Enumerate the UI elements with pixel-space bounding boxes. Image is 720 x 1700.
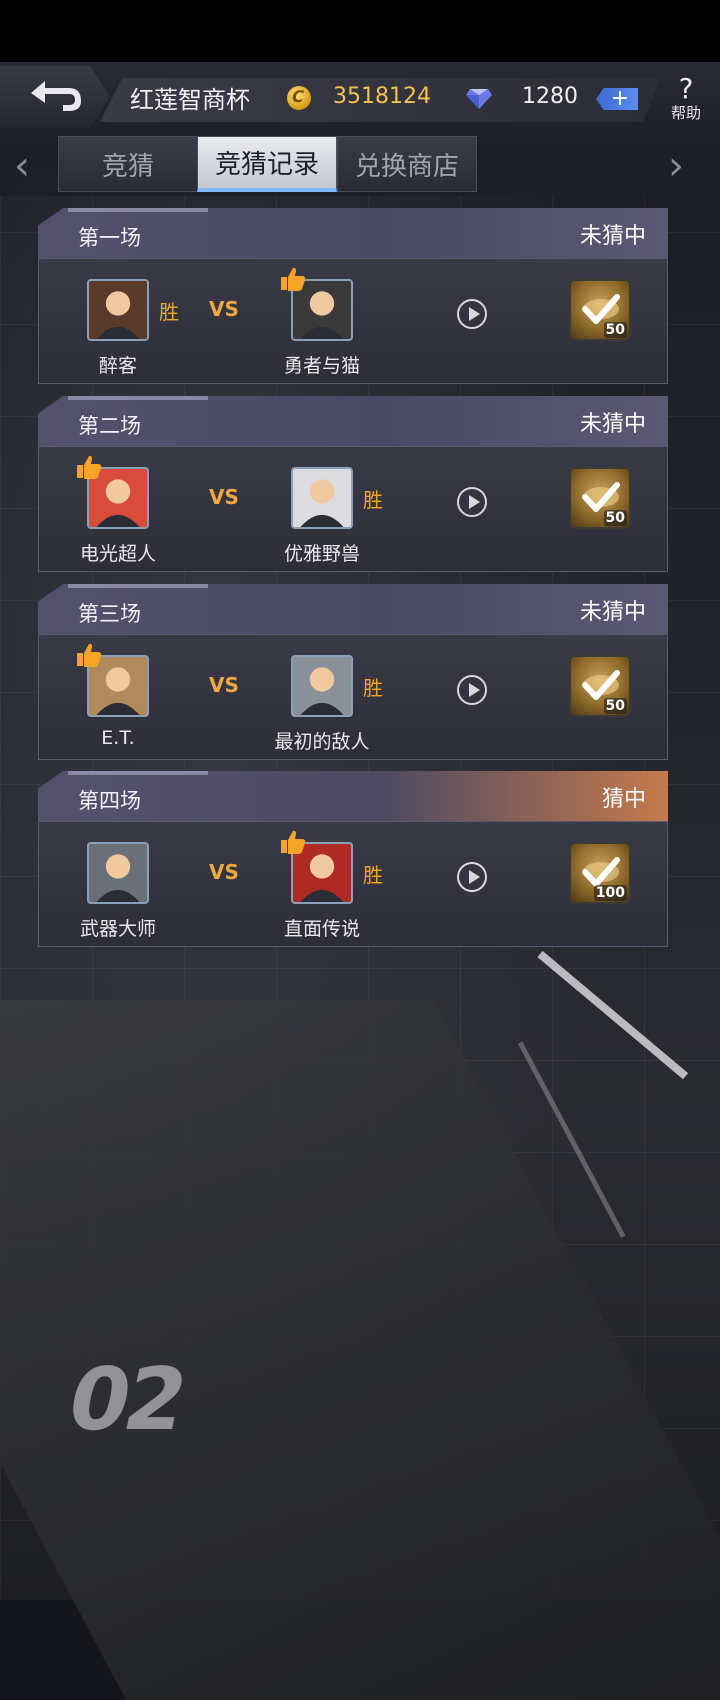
help-label: 帮助 [670,103,701,122]
right-player-avatar[interactable] [291,467,353,529]
match-card-header: 第四场 猜中 [38,771,668,821]
match-card: 第三场 未猜中 VS 胜 E.T. 最初的敌人 50 [38,584,668,760]
match-card: 第四场 猜中 VS 胜 武器大师 直面传说 100 [38,771,668,947]
chevron-left-icon[interactable]: ‹ [14,146,44,186]
left-player-name: 醉客 [98,355,137,377]
left-player-avatar[interactable] [87,842,149,904]
match-card: 第一场 未猜中 胜 VS 醉客 勇者与猫 50 [38,208,668,384]
match-card-body: VS 胜 武器大师 直面传说 100 [38,821,668,947]
right-player-name: 最初的敌人 [274,731,370,753]
right-win-tag: 胜 [363,863,383,887]
status-bar [0,0,720,62]
replay-play-button[interactable] [457,675,487,705]
right-player-name: 直面传说 [283,918,360,940]
vs-label: VS [209,860,239,884]
left-player-avatar[interactable] [87,279,149,341]
reward-box[interactable]: 50 [569,655,631,717]
right-win-tag: 胜 [363,488,383,512]
reward-amount: 50 [603,698,627,714]
reward-amount: 100 [593,885,627,901]
vs-label: VS [209,297,239,321]
header-decoration [68,396,208,400]
match-card-body: 胜 VS 醉客 勇者与猫 50 [38,258,668,384]
left-player-name: 电光超人 [79,543,156,565]
match-card: 第二场 未猜中 VS 胜 电光超人 优雅野兽 50 [38,396,668,572]
left-player-name: 武器大师 [79,918,156,940]
add-currency-button[interactable]: + [596,88,638,110]
replay-play-button[interactable] [457,862,487,892]
tab-guess-record[interactable]: 竞猜记录 [197,136,337,192]
thumbs-up-icon [281,267,306,291]
round-label: 第四场 [78,789,141,813]
reward-box[interactable]: 50 [569,467,631,529]
left-player-name: E.T. [101,727,135,749]
tab-exchange-shop[interactable]: 兑换商店 [337,136,477,192]
coin-icon [287,86,311,110]
vs-label: VS [209,485,239,509]
thumbs-up-icon [77,643,102,667]
reward-amount: 50 [603,510,627,526]
match-card-header: 第三场 未猜中 [38,584,668,634]
thumbs-up-icon [281,830,306,854]
thumbs-up-icon [77,455,102,479]
vs-label: VS [209,673,239,697]
player-portrait-icon [300,667,344,715]
tab-guess[interactable]: 竞猜 [58,136,198,192]
header-decoration [68,208,208,212]
back-arrow-icon [31,81,81,111]
background-number-mark: 02 [59,1350,193,1450]
right-player-avatar[interactable] [291,655,353,717]
round-label: 第一场 [78,226,141,250]
reward-amount: 50 [603,322,627,338]
right-win-tag: 胜 [363,676,383,700]
match-card-body: VS 胜 E.T. 最初的敌人 50 [38,634,668,760]
reward-box[interactable]: 50 [569,279,631,341]
replay-play-button[interactable] [457,487,487,517]
header-decoration [68,771,208,775]
diamond-balance: 1280 [522,84,578,109]
reward-box[interactable]: 100 [569,842,631,904]
guess-result-label: 未猜中 [579,224,646,249]
player-portrait-icon [96,291,140,339]
guess-result-label: 猜中 [601,787,646,812]
match-card-header: 第一场 未猜中 [38,208,668,258]
player-portrait-icon [300,479,344,527]
back-button[interactable] [0,66,110,128]
guess-result-label: 未猜中 [579,412,646,437]
help-button[interactable]: ? 帮助 [652,64,720,134]
guess-result-label: 未猜中 [579,600,646,625]
right-player-name: 勇者与猫 [283,355,360,377]
event-title: 红莲智商杯 [130,86,250,114]
diamond-icon [466,89,492,109]
right-player-name: 优雅野兽 [283,543,360,565]
header-decoration [68,584,208,588]
replay-play-button[interactable] [457,299,487,329]
round-label: 第三场 [78,602,141,626]
chevron-right-icon[interactable]: › [668,146,698,186]
match-card-header: 第二场 未猜中 [38,396,668,446]
help-icon: ? [678,71,694,105]
left-win-tag: 胜 [159,300,179,324]
player-portrait-icon [96,854,140,902]
coin-balance: 3518124 [333,84,431,109]
round-label: 第二场 [78,414,141,438]
match-card-body: VS 胜 电光超人 优雅野兽 50 [38,446,668,572]
